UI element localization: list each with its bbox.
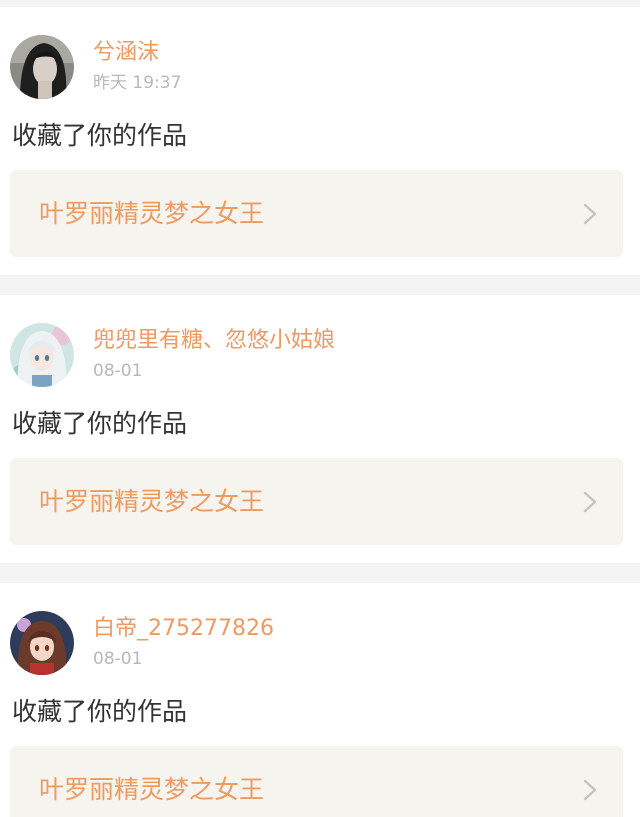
action-text: 收藏了你的作品 (12, 697, 188, 726)
avatar-anime-girl-white-hair-icon (10, 323, 74, 387)
chevron-right-icon (583, 491, 597, 513)
notification-card: 兜兜里有糖、忽悠小姑娘 08-01 收藏了你的作品 叶罗丽精灵梦之女王 (0, 295, 640, 563)
avatar-anime-girl-brown-hair-icon (10, 611, 74, 675)
work-title: 叶罗丽精灵梦之女王 (39, 199, 265, 228)
work-title: 叶罗丽精灵梦之女王 (39, 775, 265, 804)
work-link[interactable]: 叶罗丽精灵梦之女王 (10, 170, 623, 257)
chevron-right-icon (583, 203, 597, 225)
timestamp: 08-01 (93, 649, 143, 669)
user-avatar[interactable] (10, 323, 74, 387)
user-avatar[interactable] (10, 35, 74, 99)
avatar-dark-hair-portrait-icon (10, 35, 74, 99)
chevron-right-icon (583, 779, 597, 801)
work-link[interactable]: 叶罗丽精灵梦之女王 (10, 458, 623, 545)
user-avatar[interactable] (10, 611, 74, 675)
timestamp: 昨天 19:37 (93, 73, 182, 93)
notification-feed: 兮涵沫 昨天 19:37 收藏了你的作品 叶罗丽精灵梦之女王 兜兜里有糖、忽悠小… (0, 0, 640, 817)
username[interactable]: 白帝_275277826 (93, 615, 274, 643)
timestamp: 08-01 (93, 361, 143, 381)
username[interactable]: 兜兜里有糖、忽悠小姑娘 (93, 327, 335, 355)
notification-card: 兮涵沫 昨天 19:37 收藏了你的作品 叶罗丽精灵梦之女王 (0, 7, 640, 275)
work-title: 叶罗丽精灵梦之女王 (39, 487, 265, 516)
work-link[interactable]: 叶罗丽精灵梦之女王 (10, 746, 623, 817)
username[interactable]: 兮涵沫 (93, 39, 159, 67)
action-text: 收藏了你的作品 (12, 121, 188, 150)
action-text: 收藏了你的作品 (12, 409, 188, 438)
notification-card: 白帝_275277826 08-01 收藏了你的作品 叶罗丽精灵梦之女王 (0, 583, 640, 817)
